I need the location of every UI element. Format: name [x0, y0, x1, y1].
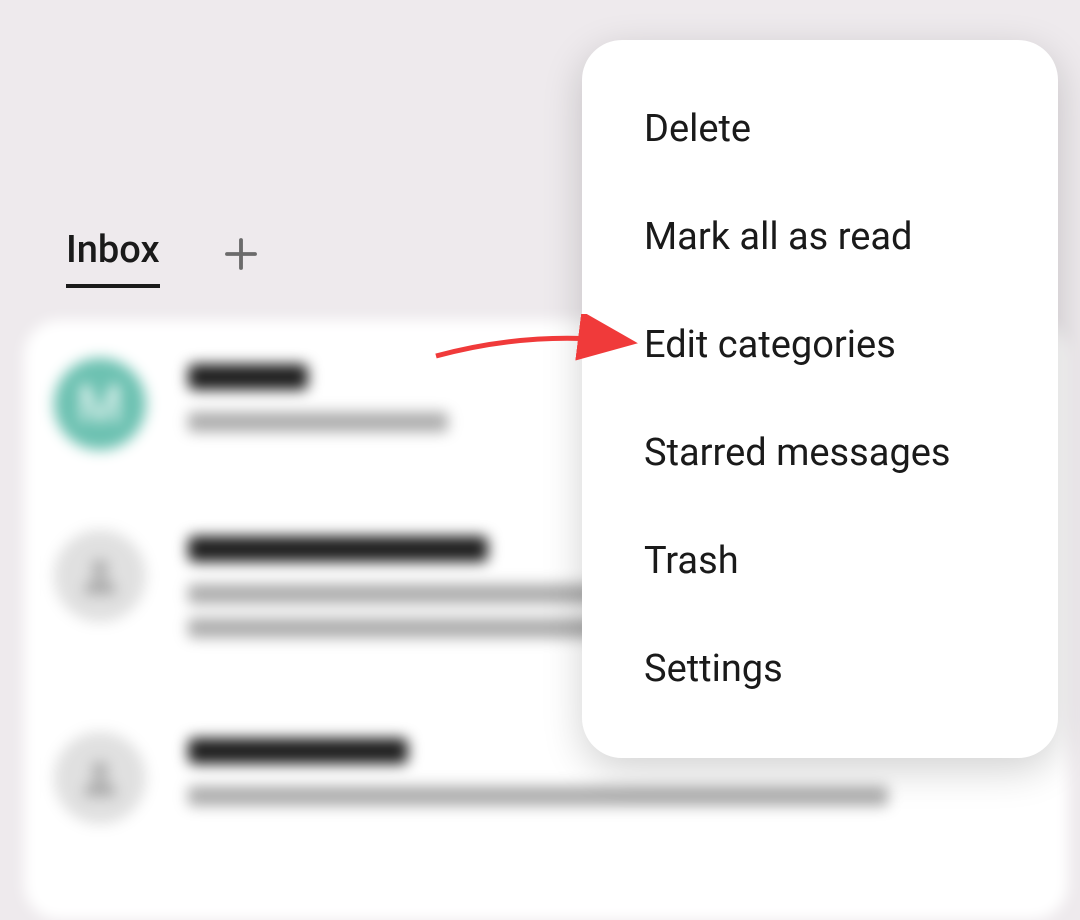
avatar: M [54, 358, 146, 450]
avatar-letter: M [77, 374, 122, 435]
menu-item-delete[interactable]: Delete [582, 75, 1058, 183]
menu-item-settings[interactable]: Settings [582, 615, 1058, 723]
avatar [54, 530, 146, 622]
category-tabs: Inbox [66, 228, 262, 288]
tab-inbox[interactable]: Inbox [66, 228, 160, 288]
avatar [54, 732, 146, 824]
menu-item-edit-categories[interactable]: Edit categories [582, 291, 1058, 399]
add-category-button[interactable] [220, 233, 262, 275]
menu-item-starred[interactable]: Starred messages [582, 399, 1058, 507]
menu-item-mark-all-read[interactable]: Mark all as read [582, 183, 1058, 291]
person-icon [76, 552, 124, 600]
person-icon [76, 754, 124, 802]
menu-item-trash[interactable]: Trash [582, 507, 1058, 615]
overflow-menu: Delete Mark all as read Edit categories … [582, 40, 1058, 758]
